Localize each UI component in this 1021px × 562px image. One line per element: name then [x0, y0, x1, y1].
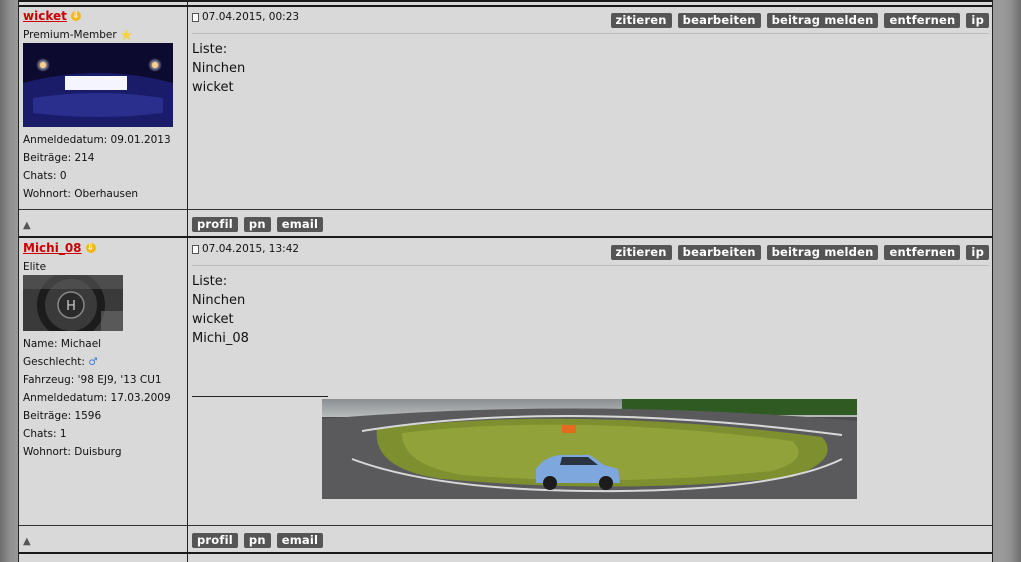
top-border [19, 0, 992, 2]
user-chats: Chats: 0 [23, 170, 67, 182]
user-gender-text: Geschlecht: ♂ [23, 356, 98, 368]
post-header-divider [192, 33, 989, 34]
user-location: Wohnort: Duisburg [23, 446, 122, 458]
user-post-count: Beiträge: 214 [23, 152, 95, 164]
scroll-up-icon[interactable]: ▲ [23, 220, 31, 231]
post-line: Liste: [192, 42, 228, 57]
post-content: 07.04.2015, 13:42 zitieren bearbeiten be… [192, 239, 989, 348]
forum-thread: wicket ⇩ Premium-Member ★ Anmeldedatum: … [18, 0, 993, 562]
post-line: Liste: [192, 274, 228, 289]
edit-button[interactable]: bearbeiten [677, 13, 761, 28]
email-button[interactable]: email [276, 217, 324, 232]
arrow-down-icon[interactable]: ⇩ [85, 243, 96, 253]
post-line: wicket [192, 312, 234, 327]
quote-button[interactable]: zitieren [610, 245, 672, 260]
signature-divider [192, 396, 328, 397]
scroll-up-icon[interactable]: ▲ [23, 536, 31, 547]
male-icon: ♂ [88, 356, 98, 368]
quote-button[interactable]: zitieren [610, 13, 672, 28]
username-link[interactable]: wicket [23, 9, 67, 23]
username-link[interactable]: Michi_08 [23, 241, 82, 255]
post-footer-divider [19, 525, 992, 526]
report-post-button[interactable]: beitrag melden [766, 245, 879, 260]
post-author-panel: wicket ⇩ Premium-Member ★ Anmeldedatum: … [23, 9, 183, 203]
post-header-divider [192, 265, 989, 266]
document-icon[interactable] [192, 12, 199, 22]
post-footer: profil pn email [192, 533, 324, 548]
remove-button[interactable]: entfernen [884, 245, 961, 260]
post-date: 07.04.2015, 00:23 [202, 11, 300, 23]
svg-text:H: H [66, 299, 76, 314]
post-line: wicket [192, 80, 234, 95]
post-line: Ninchen [192, 61, 246, 76]
user-join-date: Anmeldedatum: 17.03.2009 [23, 392, 171, 404]
post-footer-divider [19, 209, 992, 210]
remove-button[interactable]: entfernen [884, 13, 961, 28]
post-content: 07.04.2015, 00:23 zitieren bearbeiten be… [192, 7, 989, 97]
post-footer: profil pn email [192, 217, 324, 232]
avatar: H [23, 275, 123, 331]
post-author-panel: Michi_08 ⇩ Elite H Name: Michael Geschle… [23, 241, 183, 461]
user-post-count: Beiträge: 1596 [23, 410, 102, 422]
post-separator [19, 552, 992, 554]
ip-button[interactable]: ip [966, 245, 989, 260]
profile-button[interactable]: profil [192, 217, 238, 232]
edit-button[interactable]: bearbeiten [677, 245, 761, 260]
user-rank: Elite [23, 261, 47, 273]
user-gender: Geschlecht: ♂ [23, 353, 183, 371]
post-separator [19, 236, 992, 238]
private-message-button[interactable]: pn [243, 533, 271, 548]
column-divider [187, 0, 188, 562]
post-body: Liste: Ninchen wicket Michi_08 [192, 272, 989, 348]
signature-image [322, 399, 857, 499]
profile-button[interactable]: profil [192, 533, 238, 548]
post-line: Ninchen [192, 293, 246, 308]
user-rank: Premium-Member [23, 29, 117, 41]
avatar [23, 43, 173, 127]
arrow-down-icon[interactable]: ⇩ [70, 11, 81, 21]
email-button[interactable]: email [276, 533, 324, 548]
post-date: 07.04.2015, 13:42 [202, 243, 300, 255]
user-vehicle: Fahrzeug: '98 EJ9, '13 CU1 [23, 374, 162, 386]
user-join-date: Anmeldedatum: 09.01.2013 [23, 134, 171, 146]
ip-button[interactable]: ip [966, 13, 989, 28]
private-message-button[interactable]: pn [243, 217, 271, 232]
user-location: Wohnort: Oberhausen [23, 188, 139, 200]
report-post-button[interactable]: beitrag melden [766, 13, 879, 28]
post-body: Liste: Ninchen wicket [192, 40, 989, 97]
user-name: Name: Michael [23, 338, 102, 350]
post-line: Michi_08 [192, 331, 249, 346]
document-icon[interactable] [192, 244, 199, 254]
star-icon: ★ [119, 26, 134, 44]
user-chats: Chats: 1 [23, 428, 67, 440]
